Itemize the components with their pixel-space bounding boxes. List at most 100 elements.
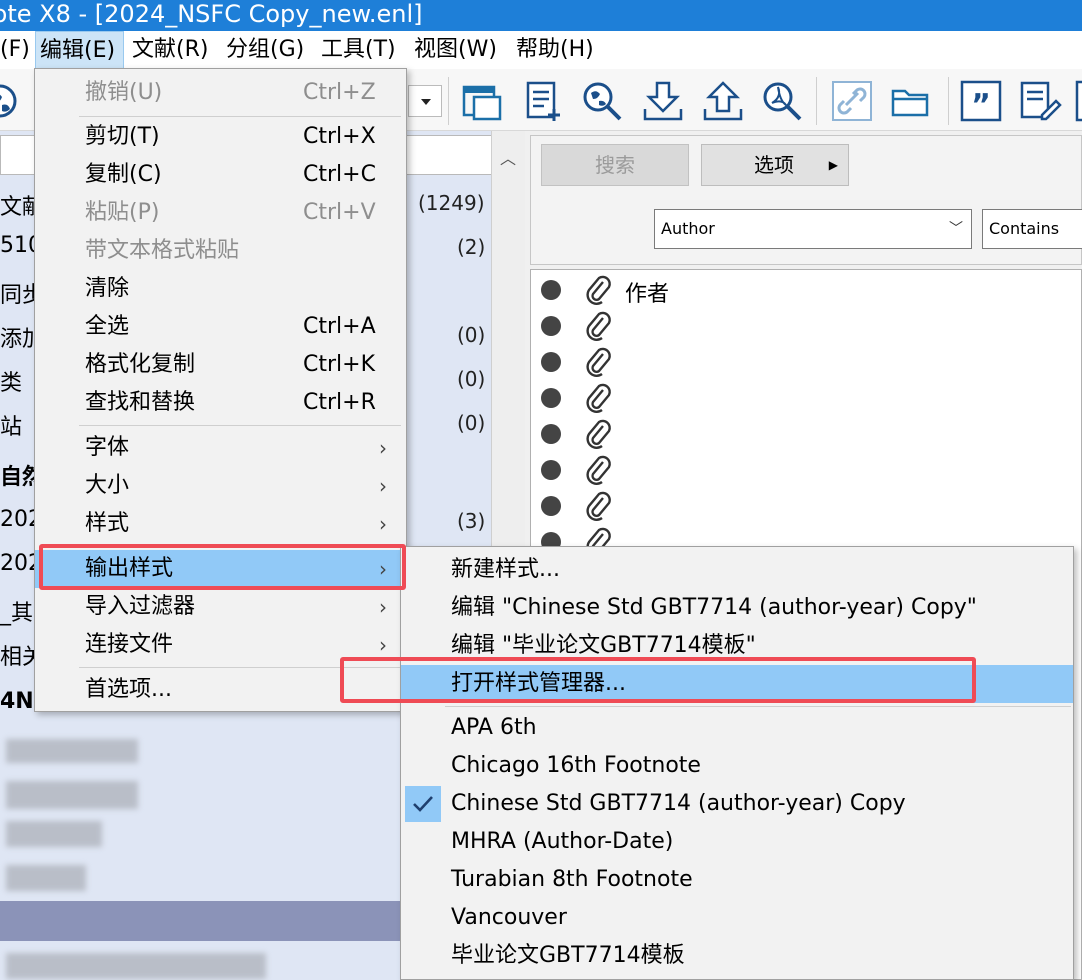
menu-item-label: 剪切(T) — [85, 124, 160, 149]
chevron-right-icon: › — [379, 557, 387, 581]
submenu-item-style[interactable]: Turabian 8th Footnote — [401, 861, 1073, 899]
paperclip-icon — [586, 491, 611, 521]
menu-item-copy[interactable]: 复制(C) Ctrl+C — [35, 156, 406, 194]
insert-citation-icon[interactable]: ” — [959, 79, 1003, 123]
format-icon[interactable] — [1074, 79, 1082, 123]
group-item[interactable]: _其 — [0, 595, 33, 627]
submenu-item-edit-style[interactable]: 编辑 "Chinese Std GBT7714 (author-year) Co… — [401, 589, 1073, 627]
online-search-icon[interactable] — [580, 79, 624, 123]
menu-item-label: 全选 — [85, 314, 130, 339]
menu-item-label: 粘贴(P) — [85, 200, 160, 225]
read-status-icon — [541, 460, 561, 480]
chevron-right-icon: › — [379, 474, 387, 498]
library-dropdown[interactable] — [408, 85, 442, 117]
find-pdf-icon[interactable] — [760, 79, 804, 123]
toolbar-separator — [448, 77, 449, 125]
menu-item-style[interactable]: 样式 › — [35, 505, 406, 543]
edit-menu-dropdown: 撤销(U) Ctrl+Z 剪切(T) Ctrl+X 复制(C) Ctrl+C 粘… — [34, 68, 407, 712]
submenu-item-open-style-manager[interactable]: 打开样式管理器... — [401, 665, 1073, 703]
search-field-select[interactable]: Author ﹀ — [654, 209, 972, 249]
group-trash[interactable]: 站 — [0, 409, 22, 441]
reference-row[interactable] — [531, 308, 1082, 344]
upload-icon[interactable] — [701, 79, 745, 123]
reference-row[interactable] — [531, 488, 1082, 524]
menu-item-size[interactable]: 大小 › — [35, 467, 406, 505]
chevron-right-icon: › — [379, 436, 387, 460]
menu-item-label: 导入过滤器 — [85, 594, 196, 619]
group-count: (2) — [457, 235, 486, 259]
reference-row[interactable] — [531, 380, 1082, 416]
submenu-item-style[interactable]: APA 6th — [401, 709, 1073, 747]
reference-list-header[interactable]: 作者 — [531, 272, 1082, 308]
submenu-item-style[interactable]: Vancouver — [401, 899, 1073, 937]
menu-item-cut[interactable]: 剪切(T) Ctrl+X — [35, 118, 406, 156]
submenu-item-style[interactable]: 毕业论文GBT7714模板 — [401, 937, 1073, 975]
submenu-item-style[interactable]: MHRA (Author-Date) — [401, 823, 1073, 861]
search-button[interactable]: 搜索 — [541, 144, 689, 186]
submenu-item-edit-style[interactable]: 编辑 "毕业论文GBT7714模板" — [401, 627, 1073, 665]
menu-item-label: 输出样式 — [85, 556, 174, 581]
menu-item-font[interactable]: 字体 › — [35, 429, 406, 467]
group-count: (0) — [457, 367, 486, 391]
menu-item-label: 毕业论文GBT7714模板 — [451, 943, 685, 968]
edit-citation-icon[interactable] — [1018, 79, 1062, 123]
triangle-right-icon: ▶ — [828, 158, 838, 172]
submenu-item-style[interactable]: Chicago 16th Footnote — [401, 747, 1073, 785]
menu-item-find-replace[interactable]: 查找和替换 Ctrl+R — [35, 384, 406, 422]
author-column-header[interactable]: 作者 — [625, 276, 669, 308]
menu-item-label: 复制(C) — [85, 162, 162, 187]
menu-bar: (F) 编辑(E) 文献(R) 分组(G) 工具(T) 视图(W) 帮助(H) — [0, 31, 1082, 69]
search-condition-select[interactable]: Contains — [982, 209, 1082, 249]
menu-item-output-styles[interactable]: 输出样式 › — [35, 550, 406, 588]
menu-tools[interactable]: 工具(T) — [321, 31, 396, 69]
menu-item-import-filters[interactable]: 导入过滤器 › — [35, 588, 406, 626]
read-status-icon — [541, 496, 561, 516]
menu-edit[interactable]: 编辑(E) — [35, 31, 124, 69]
menu-separator — [79, 546, 401, 547]
folder-icon[interactable] — [889, 79, 933, 123]
menu-separator — [79, 667, 401, 668]
menu-item-label: 连接文件 — [85, 632, 174, 657]
group-count: (0) — [457, 323, 486, 347]
menu-separator — [445, 706, 1071, 707]
menu-item-label: APA 6th — [451, 715, 537, 740]
menu-item-copy-formatted[interactable]: 格式化复制 Ctrl+K — [35, 346, 406, 384]
menu-item-paste-with-formatting[interactable]: 带文本格式粘贴 — [35, 232, 406, 270]
globe-icon[interactable] — [0, 79, 22, 123]
read-status-icon — [541, 280, 561, 300]
menu-item-label: 查找和替换 — [85, 390, 196, 415]
chevron-right-icon: › — [379, 633, 387, 657]
menu-help[interactable]: 帮助(H) — [516, 31, 594, 69]
menu-item-preferences[interactable]: 首选项... — [35, 671, 406, 709]
menu-references[interactable]: 文献(R) — [132, 31, 208, 69]
blurred-group-item — [6, 821, 102, 847]
menu-item-label: Vancouver — [451, 905, 567, 930]
group-unfiled[interactable]: 类 — [0, 365, 22, 397]
link-icon[interactable] — [830, 79, 874, 123]
menu-item-label: Chicago 16th Footnote — [451, 753, 701, 778]
menu-item-connection-files[interactable]: 连接文件 › — [35, 626, 406, 664]
copy-to-library-icon[interactable] — [460, 79, 504, 123]
menu-groups[interactable]: 分组(G) — [226, 31, 304, 69]
submenu-item-style-selected[interactable]: Chinese Std GBT7714 (author-year) Copy — [401, 785, 1073, 823]
menu-file[interactable]: (F) — [0, 31, 30, 69]
paperclip-icon — [586, 383, 611, 413]
new-reference-icon[interactable] — [522, 79, 566, 123]
menu-item-undo[interactable]: 撤销(U) Ctrl+Z — [35, 74, 406, 112]
menu-item-label: 撤销(U) — [85, 80, 163, 105]
dropdown-arrow-icon — [421, 99, 431, 105]
menu-item-label: Chinese Std GBT7714 (author-year) Copy — [451, 791, 906, 816]
group-label: 站 — [0, 415, 23, 440]
download-icon[interactable] — [641, 79, 685, 123]
reference-row[interactable] — [531, 416, 1082, 452]
scroll-up-icon[interactable]: ︿ — [500, 145, 516, 169]
reference-row[interactable] — [531, 452, 1082, 488]
menu-view[interactable]: 视图(W) — [414, 31, 497, 69]
options-button[interactable]: 选项 ▶ — [701, 144, 849, 186]
submenu-item-new-style[interactable]: 新建样式... — [401, 551, 1073, 589]
menu-item-paste[interactable]: 粘贴(P) Ctrl+V — [35, 194, 406, 232]
reference-row[interactable] — [531, 344, 1082, 380]
group-count: (3) — [457, 509, 486, 533]
menu-item-select-all[interactable]: 全选 Ctrl+A — [35, 308, 406, 346]
menu-item-clear[interactable]: 清除 — [35, 270, 406, 308]
